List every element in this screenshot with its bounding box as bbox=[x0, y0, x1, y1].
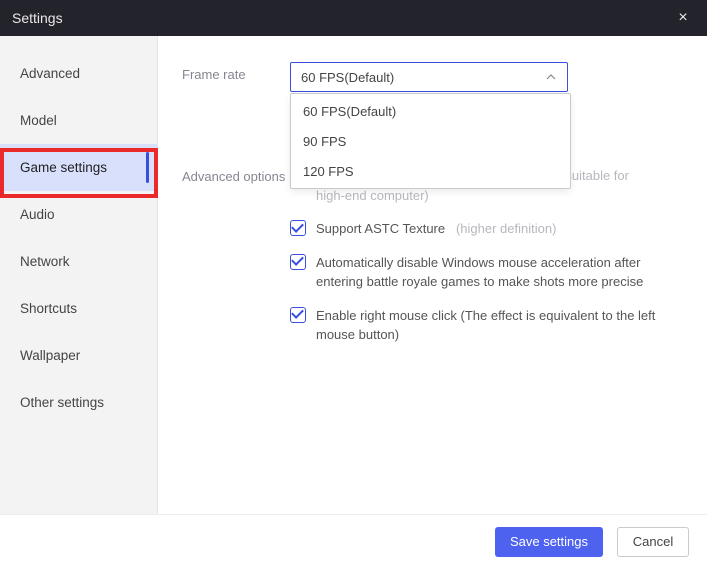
cancel-button[interactable]: Cancel bbox=[617, 527, 689, 557]
highlight-box bbox=[0, 148, 158, 198]
checkbox-right-click[interactable] bbox=[290, 307, 306, 323]
titlebar: Settings × bbox=[0, 0, 707, 36]
option-right-click: Enable right mouse click (The effect is … bbox=[290, 306, 683, 345]
option-astc: Support ASTC Texture (higher definition) bbox=[290, 219, 683, 239]
frame-rate-option-60[interactable]: 60 FPS(Default) bbox=[291, 96, 570, 126]
frame-rate-dropdown: 60 FPS(Default) 90 FPS 120 FPS bbox=[290, 93, 571, 189]
sidebar-item-label: Advanced bbox=[20, 66, 80, 81]
dropdown-item-label: 60 FPS(Default) bbox=[303, 104, 396, 119]
frame-rate-option-120[interactable]: 120 FPS bbox=[291, 156, 570, 186]
footer: Save settings Cancel bbox=[0, 514, 707, 568]
sidebar-item-label: Shortcuts bbox=[20, 301, 77, 316]
close-icon[interactable]: × bbox=[671, 9, 695, 27]
sidebar-item-wallpaper[interactable]: Wallpaper bbox=[0, 332, 157, 379]
save-button[interactable]: Save settings bbox=[495, 527, 603, 557]
button-label: Cancel bbox=[633, 534, 673, 549]
sidebar-item-shortcuts[interactable]: Shortcuts bbox=[0, 285, 157, 332]
sidebar-item-network[interactable]: Network bbox=[0, 238, 157, 285]
option-label: Automatically disable Windows mouse acce… bbox=[316, 253, 683, 292]
advanced-options-label: Advanced options bbox=[182, 164, 290, 186]
option-label: Enable right mouse click (The effect is … bbox=[316, 306, 683, 345]
sidebar-item-other-settings[interactable]: Other settings bbox=[0, 379, 157, 426]
checkbox-astc[interactable] bbox=[290, 220, 306, 236]
option-label: Support ASTC Texture bbox=[316, 221, 445, 236]
sidebar-item-label: Network bbox=[20, 254, 70, 269]
chevron-up-icon bbox=[545, 71, 557, 83]
frame-rate-selected: 60 FPS(Default) bbox=[301, 70, 545, 85]
sidebar-item-label: Other settings bbox=[20, 395, 104, 410]
frame-rate-option-90[interactable]: 90 FPS bbox=[291, 126, 570, 156]
button-label: Save settings bbox=[510, 534, 588, 549]
sidebar-item-audio[interactable]: Audio bbox=[0, 191, 157, 238]
sidebar-item-label: Audio bbox=[20, 207, 55, 222]
sidebar-item-advanced[interactable]: Advanced bbox=[0, 50, 157, 97]
content: Frame rate 60 FPS(Default) 60 FPS(Defaul… bbox=[158, 36, 707, 514]
option-hint: (higher definition) bbox=[456, 221, 556, 236]
sidebar-item-label: Model bbox=[20, 113, 57, 128]
checkbox-mouse-accel[interactable] bbox=[290, 254, 306, 270]
frame-rate-select[interactable]: 60 FPS(Default) bbox=[290, 62, 568, 92]
window-title: Settings bbox=[12, 10, 671, 26]
dropdown-item-label: 120 FPS bbox=[303, 164, 354, 179]
sidebar-item-label: Wallpaper bbox=[20, 348, 80, 363]
sidebar-item-model[interactable]: Model bbox=[0, 97, 157, 144]
option-mouse-accel: Automatically disable Windows mouse acce… bbox=[290, 253, 683, 292]
dropdown-item-label: 90 FPS bbox=[303, 134, 346, 149]
frame-rate-label: Frame rate bbox=[182, 62, 290, 84]
sidebar: Advanced Model Game settings Audio Netwo… bbox=[0, 36, 158, 514]
